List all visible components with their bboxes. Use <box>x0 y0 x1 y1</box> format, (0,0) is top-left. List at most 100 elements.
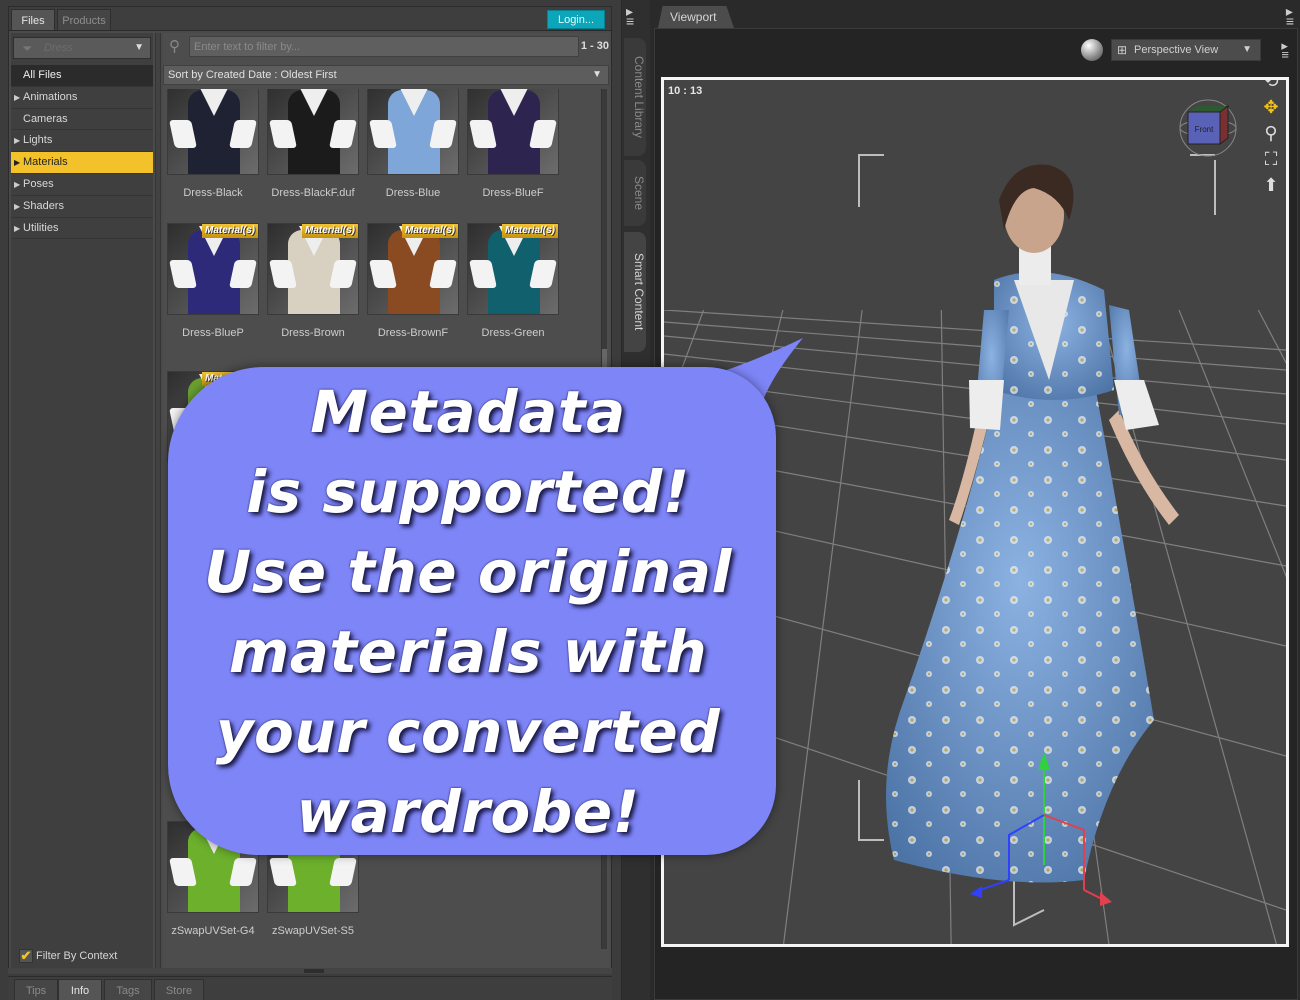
reset-view-icon[interactable]: ⬆ <box>1263 176 1278 194</box>
category-utilities[interactable]: ▶ Utilities <box>11 218 153 240</box>
asset-tile[interactable]: Material(s) Dress-BrownF <box>367 223 459 339</box>
callout-line: your converted <box>215 698 721 766</box>
category-materials[interactable]: ▶ Materials <box>11 152 153 174</box>
category-lights[interactable]: ▶ Lights <box>11 130 153 153</box>
category-label: Poses <box>23 177 54 190</box>
category-filter-value: Dress <box>44 42 73 54</box>
view-cube[interactable]: Front <box>1176 94 1240 158</box>
funnel-icon: ⏷ <box>22 41 33 56</box>
expand-arrow-icon[interactable]: ▶ <box>14 174 20 195</box>
category-label: Utilities <box>23 221 59 234</box>
asset-thumbnail[interactable]: Material(s) <box>367 223 459 315</box>
tab-files[interactable]: Files <box>11 9 55 31</box>
search-input[interactable] <box>189 36 579 57</box>
asset-label: Dress-BlackF.duf <box>271 187 355 199</box>
category-filter-dropdown[interactable]: ⏷ Dress ▼ <box>13 37 151 59</box>
asset-thumbnail[interactable]: Material(s) <box>267 223 359 315</box>
tab-info[interactable]: Info <box>58 979 102 1000</box>
asset-tile[interactable]: Dress-BlueF <box>467 89 559 199</box>
asset-label: Dress-BlueF <box>482 187 544 199</box>
asset-thumbnail[interactable] <box>367 89 459 175</box>
tab-smart-content[interactable]: Smart Content <box>624 232 646 352</box>
asset-thumbnail[interactable] <box>267 89 359 175</box>
library-tab-bar: Files Products Login... <box>8 6 612 31</box>
frame-icon[interactable]: ⛶ <box>1265 150 1278 168</box>
asset-tile[interactable]: Dress-Blue <box>367 89 459 199</box>
asset-tile[interactable]: Material(s) Dress-Brown <box>267 223 359 339</box>
tab-tips[interactable]: Tips <box>14 979 58 1000</box>
pane-menu-icon[interactable]: ▸ ≡ <box>1286 4 1294 28</box>
category-shaders[interactable]: ▶ Shaders <box>11 196 153 218</box>
sort-label: Sort by Created Date : Oldest First <box>168 69 337 81</box>
category-label: Materials <box>23 156 68 169</box>
sort-dropdown[interactable]: Sort by Created Date : Oldest First ▼ <box>163 65 609 85</box>
view-cube-face-label: Front <box>1195 125 1214 134</box>
sleeve-r-shape <box>529 260 557 288</box>
tab-products[interactable]: Products <box>57 9 111 31</box>
asset-label: Dress-BrownF <box>377 327 449 339</box>
chevron-down-icon: ▼ <box>134 42 144 53</box>
tab-store[interactable]: Store <box>154 979 204 1000</box>
viewport-options-icon[interactable]: ▸ ≡ <box>1281 39 1289 61</box>
asset-tile[interactable]: Material(s) Dress-Green <box>467 223 559 339</box>
material-badge: Material(s) <box>501 224 558 238</box>
asset-label: Dress-Black <box>183 187 243 199</box>
asset-thumbnail[interactable] <box>167 89 259 175</box>
tab-tags[interactable]: Tags <box>104 979 152 1000</box>
draw-style-icon[interactable] <box>1081 39 1103 61</box>
result-range: 1 - 30 <box>580 40 609 52</box>
callout-text: Metadata is supported! Use the original … <box>168 372 768 852</box>
view-select[interactable]: ⊞ Perspective View ▼ <box>1111 39 1261 61</box>
checkbox-checked-icon[interactable]: ✔ <box>19 949 33 963</box>
asset-label: zSwapUVSet-S5 <box>272 925 354 937</box>
expand-arrow-icon[interactable]: ▶ <box>14 218 20 239</box>
tab-viewport[interactable]: Viewport <box>658 6 734 28</box>
navigation-tools: ⟲ ✥ ⚲ ⛶ ⬆ <box>1256 80 1286 194</box>
asset-tile[interactable]: Dress-Black <box>167 89 259 199</box>
camera-view-icon: ⊞ <box>1117 43 1128 57</box>
pane-menu-icon[interactable]: ▸ ≡ <box>626 4 634 28</box>
move-icon[interactable]: ✥ <box>1263 98 1278 116</box>
tab-content-library[interactable]: Content Library <box>624 38 646 156</box>
sleeve-r-shape <box>229 858 257 886</box>
category-list: All Files ▶ Animations Cameras ▶ Lights ▶ M… <box>11 65 153 240</box>
tab-scene[interactable]: Scene <box>624 160 646 226</box>
material-badge: Material(s) <box>401 224 458 238</box>
category-animations[interactable]: ▶ Animations <box>11 87 153 109</box>
zoom-icon[interactable]: ⚲ <box>1264 124 1277 142</box>
asset-thumbnail[interactable]: Material(s) <box>167 223 259 315</box>
asset-tile[interactable]: Material(s) Dress-BlueP <box>167 223 259 339</box>
sleeve-r-shape <box>529 120 557 148</box>
asset-thumbnail[interactable] <box>467 89 559 175</box>
orbit-icon[interactable]: ⟲ <box>1263 80 1278 90</box>
pane-splitter[interactable] <box>8 968 612 974</box>
chevron-down-icon: ▼ <box>592 69 602 80</box>
chevron-down-icon: ▼ <box>1242 44 1252 55</box>
category-all-files[interactable]: All Files <box>11 65 153 87</box>
expand-arrow-icon[interactable]: ▶ <box>14 87 20 108</box>
splitter-grip[interactable] <box>304 969 324 973</box>
expand-arrow-icon[interactable]: ▶ <box>14 152 20 173</box>
category-label: Cameras <box>23 112 68 125</box>
asset-tile[interactable]: Dress-BlackF.duf <box>267 89 359 199</box>
expand-arrow-icon[interactable]: ▶ <box>14 196 20 217</box>
category-label: All Files <box>23 69 62 81</box>
view-select-value: Perspective View <box>1134 44 1219 56</box>
sleeve-r-shape <box>229 260 257 288</box>
bottom-tab-bar: Tips Info Tags Store <box>8 976 612 1000</box>
login-button[interactable]: Login... <box>547 10 605 29</box>
sleeve-r-shape <box>429 120 457 148</box>
category-poses[interactable]: ▶ Poses <box>11 174 153 196</box>
search-icon[interactable]: ⚲ <box>169 37 180 55</box>
column-splitter[interactable] <box>155 33 161 971</box>
asset-label: Dress-Brown <box>281 327 345 339</box>
material-badge: Material(s) <box>201 224 258 238</box>
asset-label: Dress-BlueP <box>182 327 244 339</box>
callout-line: wardrobe! <box>296 778 640 846</box>
callout-line: Metadata <box>310 378 626 446</box>
filter-by-context[interactable]: ✔ Filter By Context <box>19 949 117 963</box>
asset-thumbnail[interactable]: Material(s) <box>467 223 559 315</box>
asset-label: Dress-Green <box>481 327 545 339</box>
expand-arrow-icon[interactable]: ▶ <box>14 130 20 151</box>
category-cameras[interactable]: Cameras <box>11 109 153 131</box>
